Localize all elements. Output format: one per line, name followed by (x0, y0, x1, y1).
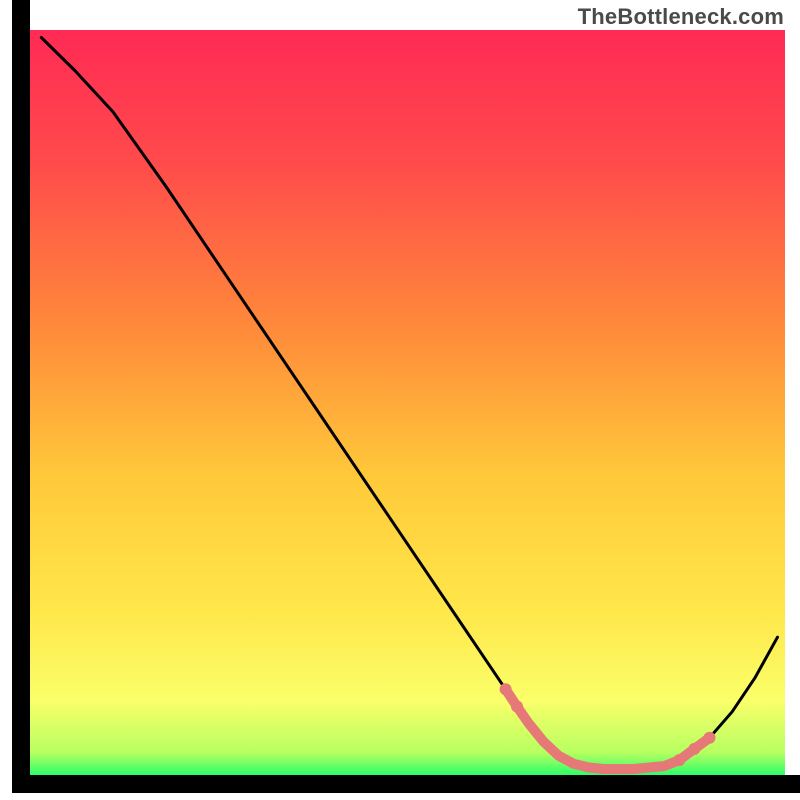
plot-gradient-area (30, 30, 785, 775)
sweet-spot-dot (511, 701, 523, 713)
y-axis (12, 0, 30, 790)
sweet-spot-dot (500, 683, 512, 695)
sweet-spot-dot (688, 743, 700, 755)
x-axis (12, 775, 800, 793)
sweet-spot-dot (673, 754, 685, 766)
bottleneck-chart (0, 0, 800, 800)
sweet-spot-dot (704, 732, 716, 744)
